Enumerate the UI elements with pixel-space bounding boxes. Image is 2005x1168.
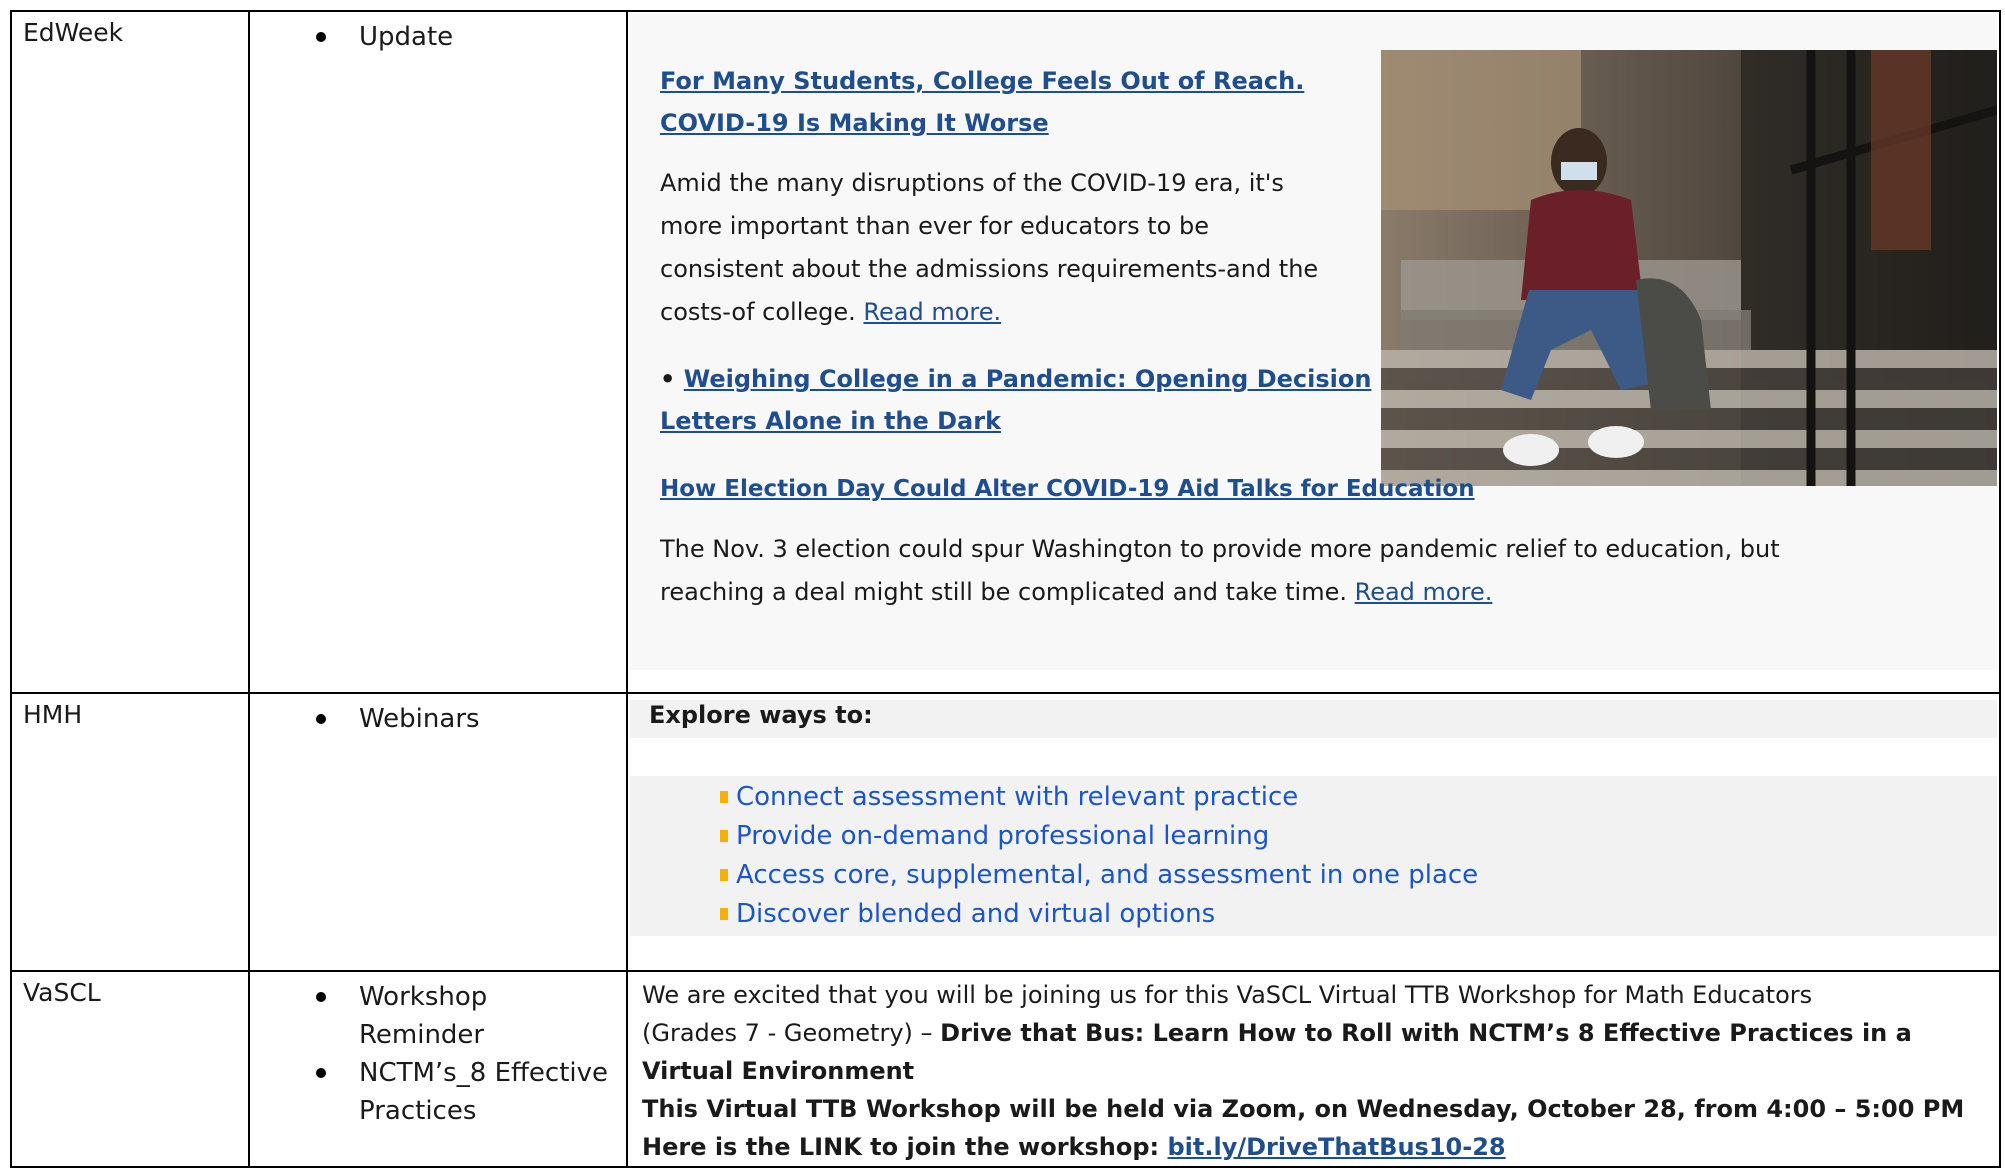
article2-body: reaching a deal might still be complicat… (660, 571, 1492, 614)
org-name: HMH (23, 700, 83, 729)
content-cell: For Many Students, College Feels Out of … (626, 10, 2001, 694)
vascl-message: We are excited that you will be joining … (628, 972, 1999, 1166)
hmh-item[interactable]: Discover blended and virtual options (720, 895, 1997, 934)
article1-body: more important than ever for educators t… (660, 212, 1209, 240)
message-line: We are excited that you will be joining … (642, 981, 1813, 1009)
org-cell: HMH (10, 692, 250, 972)
org-name: VaSCL (23, 978, 101, 1007)
related-article-link[interactable]: Weighing College in a Pandemic: Opening … (684, 365, 1372, 393)
org-cell: VaSCL (10, 970, 250, 1168)
article2-body: The Nov. 3 election could spur Washingto… (660, 535, 1780, 563)
message-line: This Virtual TTB Workshop will be held v… (642, 1090, 1999, 1128)
topic-list: Update (250, 12, 626, 56)
message-line: Here is the LINK to join the workshop: b… (642, 1128, 1999, 1166)
hmh-panel: Explore ways to: Connect assessment with… (628, 694, 1999, 936)
message-line: Virtual Environment (642, 1052, 1999, 1090)
article1-body: costs-of college. Read more. (660, 291, 1001, 334)
hmh-list: Connect assessment with relevant practic… (630, 776, 1997, 936)
workshop-title: Drive that Bus: Learn How to Roll with N… (940, 1019, 1912, 1047)
hmh-item[interactable]: Connect assessment with relevant practic… (720, 778, 1997, 817)
workshop-schedule: This Virtual TTB Workshop will be held v… (642, 1095, 1965, 1123)
hmh-item[interactable]: Access core, supplemental, and assessmen… (720, 856, 1997, 895)
article1-title-link-2[interactable]: COVID-19 Is Making It Worse (660, 102, 1049, 144)
topic-list: Workshop Reminder NCTM’s_8 Effective Pra… (250, 972, 626, 1130)
content-cell: We are excited that you will be joining … (626, 970, 2001, 1168)
org-name: EdWeek (23, 18, 124, 47)
article2-title-link[interactable]: How Election Day Could Alter COVID-19 Ai… (660, 468, 1475, 510)
resources-table: EdWeek Update For Many Students, College… (10, 10, 2001, 1168)
student-on-steps-image (1381, 50, 1997, 486)
hmh-heading: Explore ways to: (630, 700, 1997, 738)
read-more-link-2[interactable]: Read more. (1355, 578, 1493, 606)
article-photo (1381, 50, 1997, 486)
topic-item: Update (250, 18, 626, 56)
topic-item: Webinars (250, 700, 626, 738)
workshop-join-link[interactable]: bit.ly/DriveThatBus10-28 (1168, 1133, 1506, 1161)
message-text: (Grades 7 - Geometry) – (642, 1019, 941, 1047)
table-row-hmh: HMH Webinars Explore ways to: Connect as… (10, 692, 2001, 972)
topic-list: Webinars (250, 694, 626, 738)
org-cell: EdWeek (10, 10, 250, 694)
topics-cell: Workshop Reminder NCTM’s_8 Effective Pra… (248, 970, 628, 1168)
related-article-link-2[interactable]: Letters Alone in the Dark (660, 400, 1001, 442)
bullet-glyph: • (660, 365, 676, 393)
topic-item: Workshop Reminder (250, 978, 549, 1054)
topics-cell: Webinars (248, 692, 628, 972)
table-row-edweek: EdWeek Update For Many Students, College… (10, 10, 2001, 694)
content-cell: Explore ways to: Connect assessment with… (626, 692, 2001, 972)
article2-body-end: reaching a deal might still be complicat… (660, 578, 1347, 606)
read-more-link[interactable]: Read more. (863, 298, 1001, 326)
topic-item: NCTM’s_8 Effective Practices (250, 1054, 608, 1130)
article1-title-link[interactable]: For Many Students, College Feels Out of … (660, 60, 1304, 102)
article1-body-end: costs-of college. (660, 298, 856, 326)
workshop-title-end: Virtual Environment (642, 1057, 915, 1085)
hmh-item[interactable]: Provide on-demand professional learning (720, 817, 1997, 856)
message-line: (Grades 7 - Geometry) – Drive that Bus: … (642, 1014, 1999, 1052)
article1-body: Amid the many disruptions of the COVID-1… (660, 169, 1284, 197)
table-row-vascl: VaSCL Workshop Reminder NCTM’s_8 Effecti… (10, 970, 2001, 1168)
topics-cell: Update (248, 10, 628, 694)
join-label: Here is the LINK to join the workshop: (642, 1133, 1168, 1161)
article1-body: consistent about the admissions requirem… (660, 255, 1319, 283)
related-article: • Weighing College in a Pandemic: Openin… (660, 358, 1371, 400)
edweek-newsletter: For Many Students, College Feels Out of … (630, 14, 1997, 670)
